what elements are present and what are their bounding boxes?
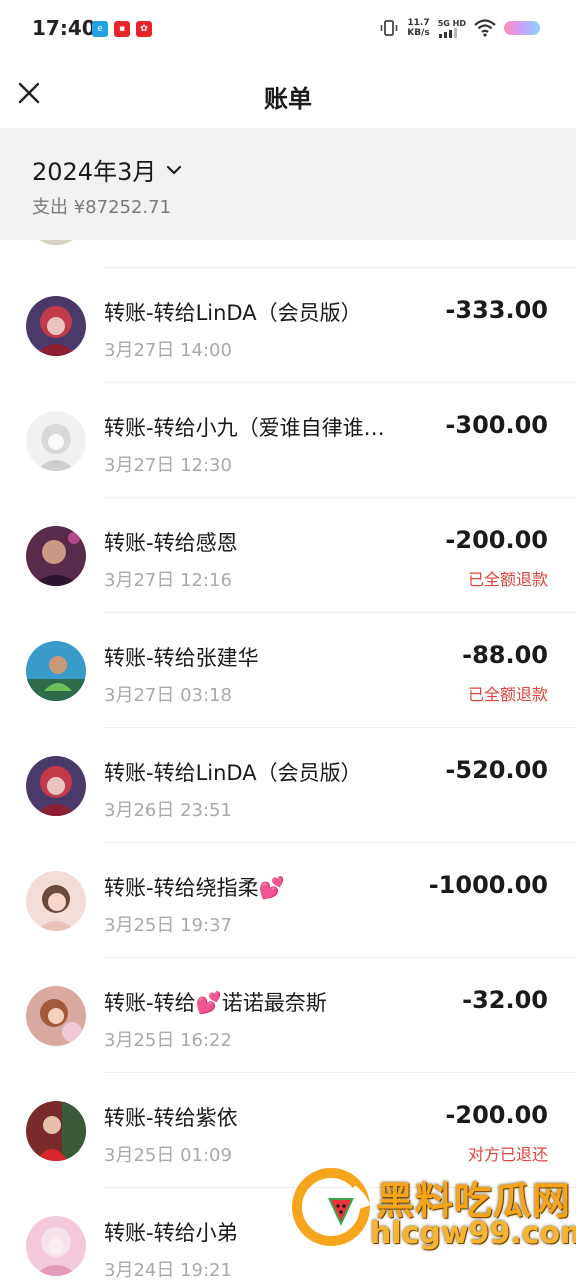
transaction-amount: -300.00 <box>445 411 548 439</box>
transaction-date: 3月27日 12:16 <box>104 570 232 591</box>
transaction-title: 转账-转给💕诺诺最奈斯 <box>104 991 327 1015</box>
signal-group: 5G HD <box>438 19 466 38</box>
nav-bar: 账单 <box>0 60 576 128</box>
month-summary: 支出 ¥87252.71 <box>32 197 172 218</box>
net-speed-value: 11.7 <box>407 18 430 28</box>
transaction-date: 3月27日 12:30 <box>104 455 232 476</box>
net-type-label: 5G HD <box>437 18 466 28</box>
net-speed: 11.7 KB/s <box>407 18 429 38</box>
transaction-date: 3月27日 03:18 <box>104 685 232 706</box>
list-item[interactable]: 转账-转给LinDA（会员版） 3月27日 14:00 -333.00 <box>0 268 576 383</box>
month-header: 2024年3月 支出 ¥87252.71 <box>0 128 576 240</box>
transaction-title: 转账-转给LinDA（会员版） <box>104 761 362 785</box>
month-selector[interactable]: 2024年3月 <box>32 152 182 187</box>
avatar <box>26 641 86 701</box>
status-time: 17:40 <box>32 16 96 40</box>
avatar <box>26 986 86 1046</box>
avatar <box>26 756 86 816</box>
vibrate-icon <box>380 20 398 36</box>
list-item[interactable]: 转账-转给LinDA（会员版） 3月26日 23:51 -520.00 <box>0 728 576 843</box>
avatar <box>26 526 86 586</box>
month-label: 2024年3月 <box>32 158 157 186</box>
transaction-date: 3月25日 19:37 <box>104 915 232 936</box>
avatar <box>26 240 86 245</box>
list-item[interactable]: 转账-转给绕指柔💕 3月25日 19:37 -1000.00 <box>0 843 576 958</box>
avatar <box>26 1216 86 1276</box>
transaction-title: 转账-转给紫依 <box>104 1106 238 1130</box>
list-item[interactable]: 转账-转给张建华 3月27日 03:18 -88.00 已全额退款 <box>0 613 576 728</box>
transaction-title: 转账-转给小九（爱谁自律谁… <box>104 416 385 440</box>
transaction-amount: -520.00 <box>445 756 548 784</box>
transaction-amount: -88.00 <box>462 641 548 669</box>
transaction-status: 已全额退款 <box>467 570 548 589</box>
status-app-icons: e ▪ ✿ <box>92 21 152 37</box>
avatar <box>26 1101 86 1161</box>
transaction-title: 转账-转给LinDA（会员版） <box>104 301 362 325</box>
signal-icon <box>438 27 457 38</box>
transaction-date: 3月26日 23:51 <box>104 800 232 821</box>
transaction-amount: -200.00 <box>445 1101 548 1129</box>
transaction-amount: -1000.00 <box>428 871 548 899</box>
app-icon-red: ▪ <box>114 21 130 37</box>
list-item[interactable]: 转账-转给感恩 3月27日 12:16 -200.00 已全额退款 <box>0 498 576 613</box>
transaction-amount: -200.00 <box>445 526 548 554</box>
list-item[interactable]: 转账-转给小九（爱谁自律谁… 3月27日 12:30 -300.00 <box>0 383 576 498</box>
status-indicators: 11.7 KB/s 5G HD <box>379 18 540 38</box>
avatar <box>26 296 86 356</box>
app-icon-red-2: ✿ <box>136 21 152 37</box>
list-item-partial-previous <box>0 240 576 268</box>
transaction-amount: -333.00 <box>445 296 548 324</box>
transaction-title: 转账-转给感恩 <box>104 531 238 555</box>
list-item[interactable]: 转账-转给💕诺诺最奈斯 3月25日 16:22 -32.00 <box>0 958 576 1073</box>
avatar <box>26 871 86 931</box>
avatar <box>26 411 86 471</box>
watermark-url: hlcgw99.com <box>370 1216 576 1251</box>
transaction-date: 3月25日 16:22 <box>104 1030 232 1051</box>
transaction-list[interactable]: 转账-转给LinDA（会员版） 3月27日 14:00 -333.00 转账-转… <box>0 240 576 1280</box>
transaction-title: 转账-转给张建华 <box>104 646 259 670</box>
app-icon-blue: e <box>92 21 108 37</box>
battery-icon <box>504 21 540 35</box>
transaction-status: 已全额退款 <box>467 685 548 704</box>
transaction-title: 转账-转给绕指柔💕 <box>104 876 285 900</box>
page-title: 账单 <box>264 85 312 113</box>
watermark-logo-icon <box>292 1168 370 1246</box>
transaction-amount: -32.00 <box>462 986 548 1014</box>
chevron-down-icon <box>167 165 182 174</box>
watermark: 黑料吃瓜网 hlcgw99.com <box>290 1160 576 1270</box>
transaction-date: 3月27日 14:00 <box>104 340 232 361</box>
transaction-date: 3月25日 01:09 <box>104 1145 232 1166</box>
wifi-icon <box>474 19 496 37</box>
status-bar: 17:40 e ▪ ✿ 11.7 KB/s 5G HD <box>0 0 576 60</box>
transaction-date: 3月24日 19:21 <box>104 1260 232 1280</box>
net-speed-unit: KB/s <box>407 28 430 38</box>
